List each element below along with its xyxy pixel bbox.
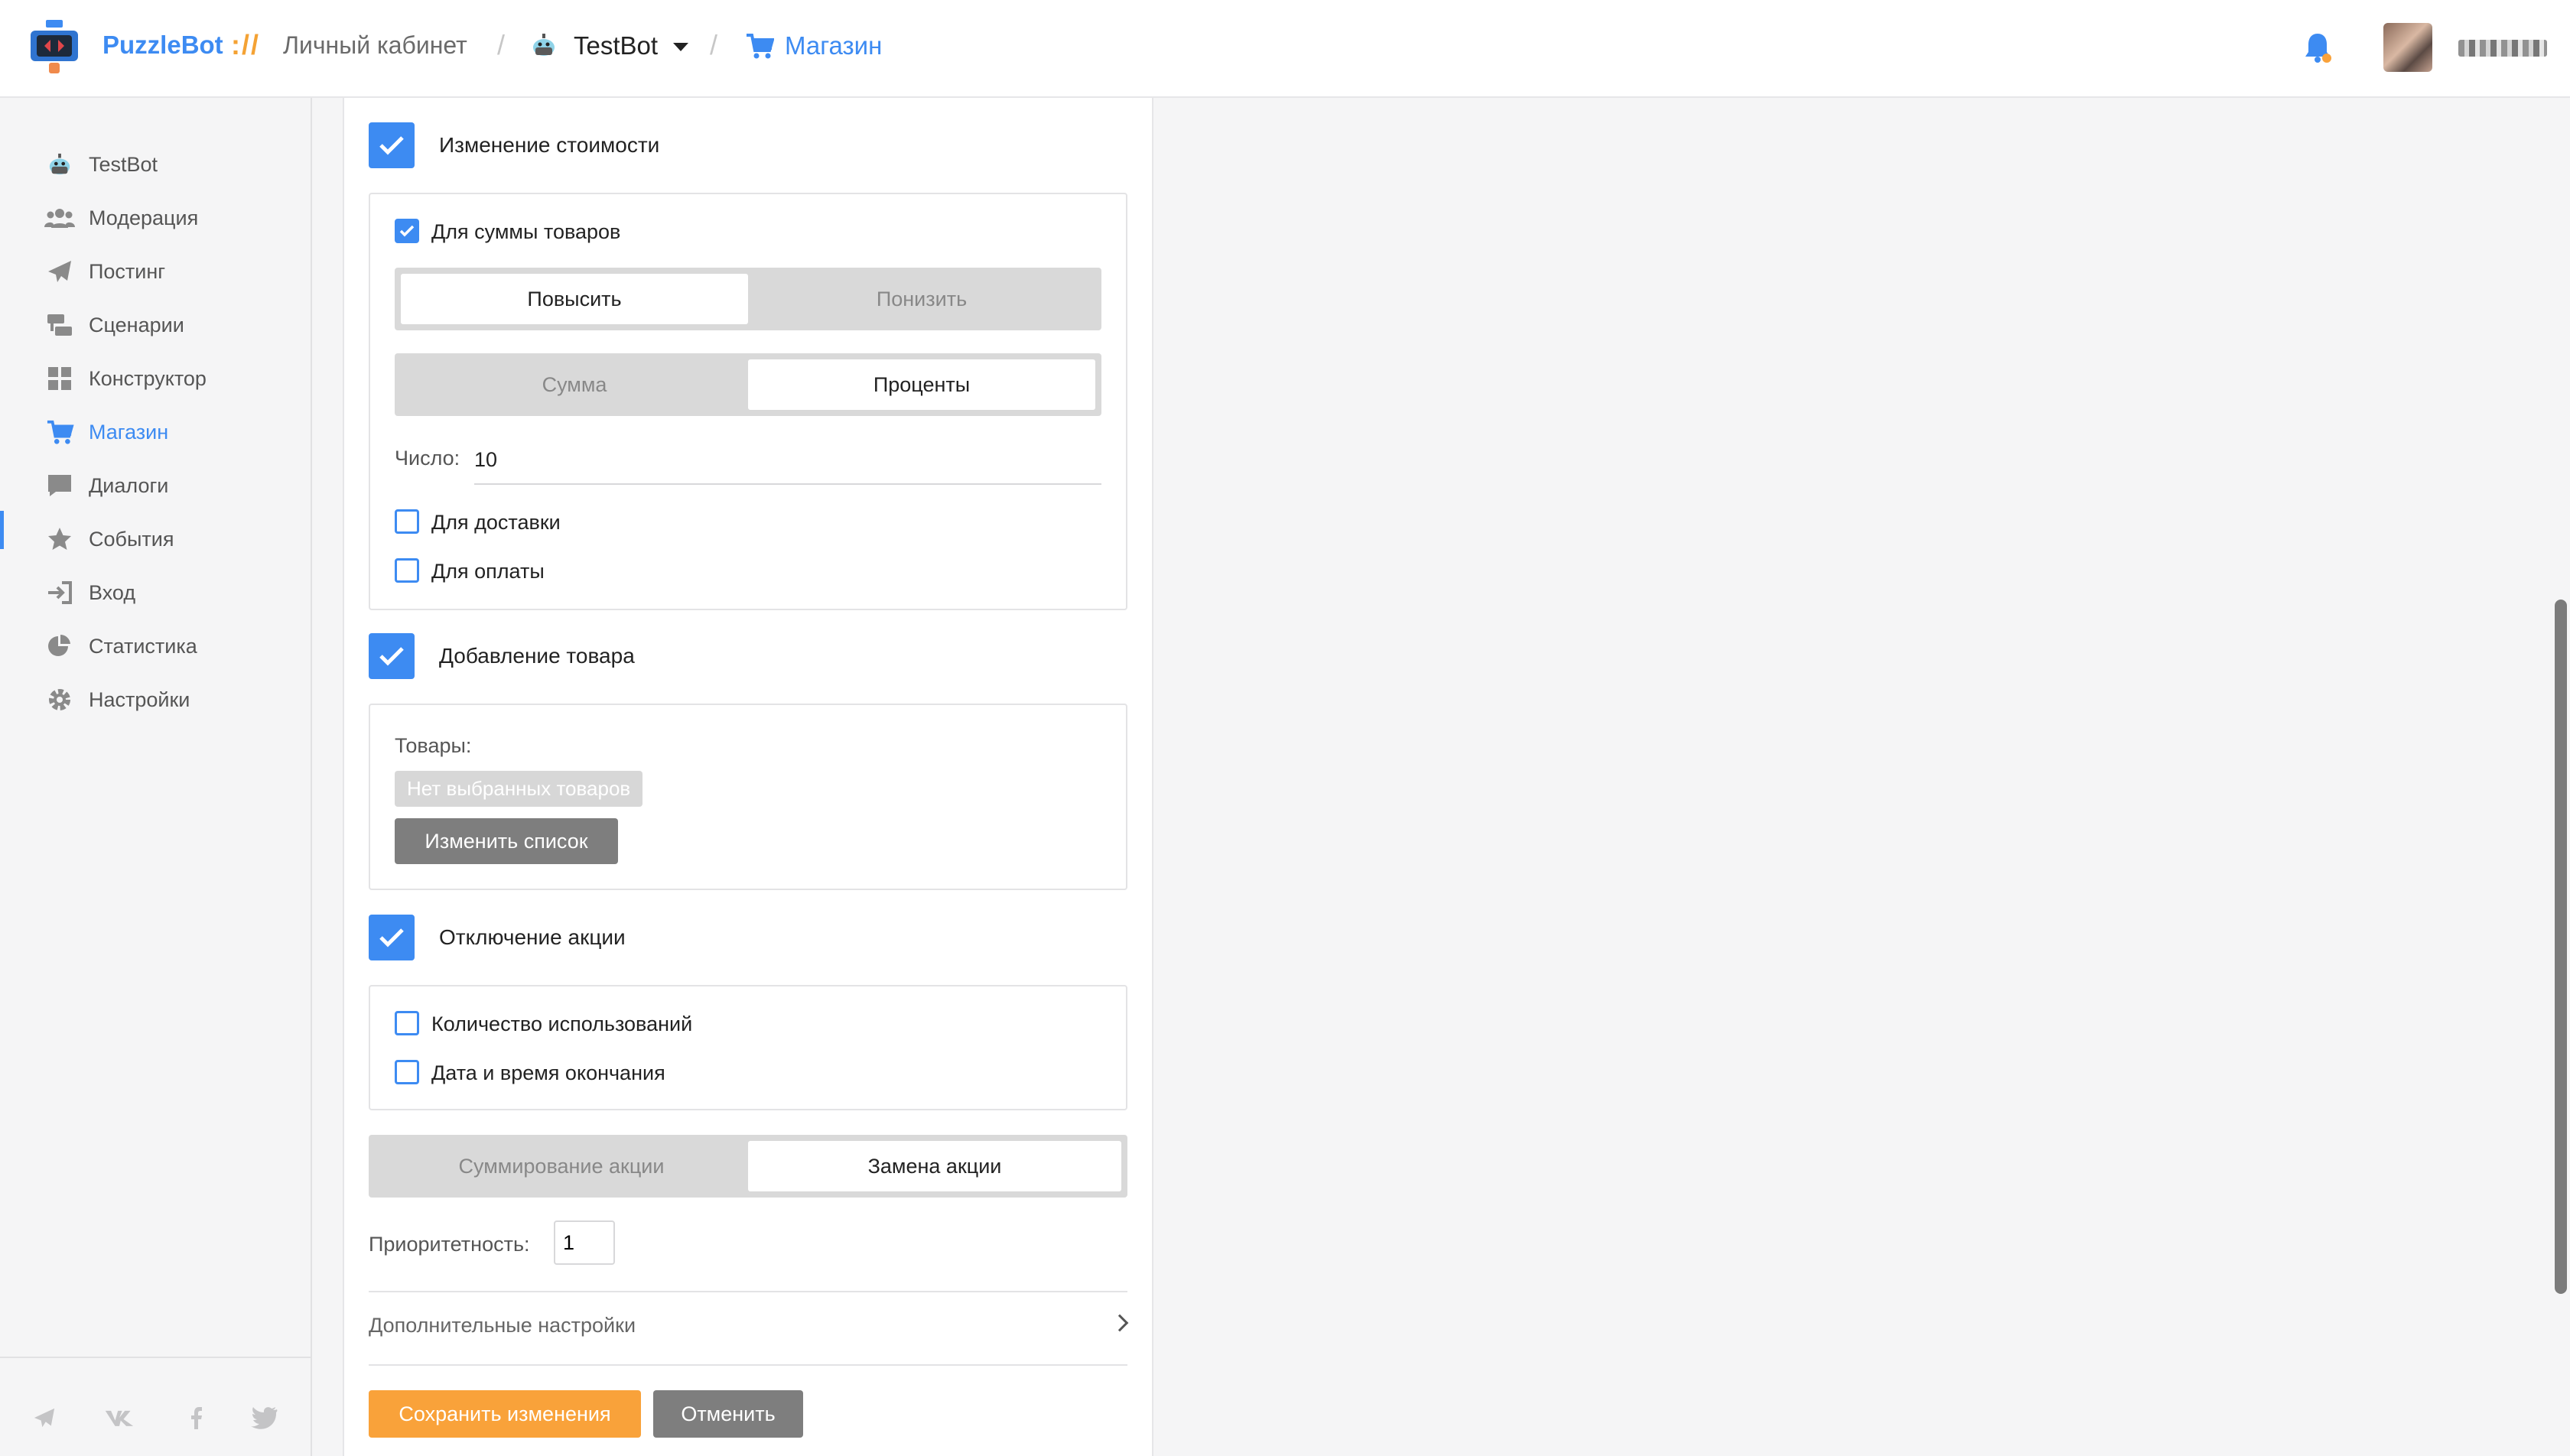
- sidebar-item-constructor[interactable]: Конструктор: [44, 359, 207, 398]
- breadcrumb-separator: /: [497, 29, 506, 60]
- check-icon: [379, 928, 404, 947]
- price-change-label: Изменение стоимости: [439, 133, 660, 157]
- number-input[interactable]: [474, 445, 1101, 485]
- divider: [369, 1364, 1127, 1366]
- sidebar-item-label: Постинг: [89, 259, 166, 283]
- chat-icon: [44, 472, 75, 499]
- sidebar-item-label: TestBot: [89, 152, 158, 176]
- end-datetime-label: Дата и время окончания: [431, 1061, 665, 1084]
- sidebar-item-statistics[interactable]: Статистика: [44, 627, 197, 665]
- for-payment-label: Для оплаты: [431, 560, 545, 583]
- disable-promo-label: Отключение акции: [439, 925, 626, 949]
- scenario-icon: [44, 311, 75, 339]
- gear-icon: [44, 686, 75, 713]
- usage-count-label: Количество использований: [431, 1012, 693, 1035]
- cart-icon: [44, 418, 75, 446]
- end-datetime-checkbox[interactable]: [395, 1060, 419, 1084]
- telegram-icon[interactable]: [29, 1402, 60, 1433]
- disable-promo-box: [369, 985, 1127, 1110]
- sidebar-item-scenarios[interactable]: Сценарии: [44, 306, 184, 344]
- disable-promo-checkbox[interactable]: [369, 915, 415, 960]
- sidebar-item-dialogs[interactable]: Диалоги: [44, 466, 168, 505]
- sidebar-item-label: События: [89, 527, 174, 551]
- paper-plane-icon: [44, 258, 75, 285]
- cancel-button[interactable]: Отменить: [653, 1390, 803, 1438]
- brand-separator: ://: [231, 29, 260, 60]
- combine-toggle: Суммирование акции Замена акции: [369, 1135, 1127, 1198]
- for-payment-checkbox[interactable]: [395, 558, 419, 583]
- robot-icon: [533, 34, 555, 56]
- breadcrumb-separator: /: [710, 29, 718, 60]
- sum-promo-option[interactable]: Суммирование акции: [375, 1141, 748, 1191]
- sidebar-divider: [0, 1357, 311, 1358]
- priority-label: Приоритетность:: [369, 1233, 530, 1256]
- save-button[interactable]: Сохранить изменения: [369, 1390, 641, 1438]
- price-change-checkbox[interactable]: [369, 122, 415, 168]
- bell-icon[interactable]: [2302, 31, 2333, 64]
- change-list-button[interactable]: Изменить список: [395, 818, 618, 864]
- pie-chart-icon: [44, 632, 75, 660]
- cart-icon: [747, 34, 774, 59]
- sum-option[interactable]: Сумма: [401, 359, 748, 410]
- divider: [369, 1291, 1127, 1292]
- sidebar-item-label: Сценарии: [89, 313, 184, 336]
- sidebar-item-login[interactable]: Вход: [44, 574, 135, 612]
- sidebar-item-posting[interactable]: Постинг: [44, 252, 165, 291]
- sidebar-item-label: Магазин: [89, 420, 169, 444]
- priority-input[interactable]: [554, 1220, 615, 1265]
- star-icon: [44, 525, 75, 553]
- puzzlebot-logo-icon[interactable]: [29, 20, 80, 75]
- check-icon: [399, 225, 415, 237]
- add-goods-checkbox[interactable]: [369, 633, 415, 679]
- users-icon: [44, 204, 75, 232]
- for-goods-sum-label: Для суммы товаров: [431, 220, 621, 243]
- vk-icon[interactable]: [104, 1402, 135, 1433]
- usage-count-checkbox[interactable]: [395, 1011, 419, 1035]
- check-icon: [379, 136, 404, 155]
- percent-option[interactable]: Проценты: [748, 359, 1095, 410]
- sign-in-icon: [44, 579, 75, 606]
- username-blurred[interactable]: [2458, 40, 2547, 57]
- decrease-option[interactable]: Понизить: [748, 274, 1095, 324]
- scrollbar-thumb[interactable]: [2555, 600, 2567, 1294]
- for-delivery-label: Для доставки: [431, 511, 561, 534]
- sidebar-item-label: Диалоги: [89, 473, 169, 497]
- breadcrumb-cabinet[interactable]: Личный кабинет: [283, 31, 467, 60]
- check-icon: [379, 647, 404, 666]
- replace-promo-option[interactable]: Замена акции: [748, 1141, 1121, 1191]
- direction-toggle: Повысить Понизить: [395, 268, 1101, 330]
- goods-label: Товары:: [395, 734, 472, 757]
- sidebar-item-label: Вход: [89, 580, 136, 604]
- breadcrumb-shop[interactable]: Магазин: [785, 31, 882, 60]
- empty-goods-chip: Нет выбранных товаров: [395, 771, 643, 807]
- sidebar-item-moderation[interactable]: Модерация: [44, 199, 198, 237]
- sidebar-item-shop[interactable]: Магазин: [44, 413, 168, 451]
- grid-icon: [44, 365, 75, 392]
- sidebar-item-settings[interactable]: Настройки: [44, 681, 190, 719]
- increase-option[interactable]: Повысить: [401, 274, 748, 324]
- for-delivery-checkbox[interactable]: [395, 509, 419, 534]
- avatar[interactable]: [2383, 23, 2432, 72]
- sidebar-item-label: Модерация: [89, 206, 199, 229]
- sidebar-item-label: Конструктор: [89, 366, 207, 390]
- for-goods-sum-checkbox[interactable]: [395, 219, 419, 243]
- active-indicator: [0, 511, 4, 549]
- number-label: Число:: [395, 447, 460, 470]
- add-goods-label: Добавление товара: [439, 644, 635, 668]
- sidebar-item-label: Настройки: [89, 687, 190, 711]
- brand-name[interactable]: PuzzleBot: [102, 31, 223, 60]
- top-header: PuzzleBot :// Личный кабинет / TestBot /…: [0, 0, 2570, 98]
- sidebar-item-label: Статистика: [89, 634, 197, 658]
- sidebar: TestBot Модерация Постинг Сценарии Конст…: [0, 98, 312, 1456]
- facebook-icon[interactable]: [181, 1402, 211, 1433]
- sidebar-item-events[interactable]: События: [44, 520, 174, 558]
- robot-icon: [44, 151, 75, 178]
- chevron-down-icon[interactable]: [673, 43, 688, 51]
- mode-toggle: Сумма Проценты: [395, 353, 1101, 416]
- sidebar-item-testbot[interactable]: TestBot: [44, 145, 158, 184]
- twitter-icon[interactable]: [249, 1402, 280, 1433]
- breadcrumb-bot[interactable]: TestBot: [574, 31, 658, 60]
- advanced-settings-toggle[interactable]: Дополнительные настройки: [369, 1314, 636, 1337]
